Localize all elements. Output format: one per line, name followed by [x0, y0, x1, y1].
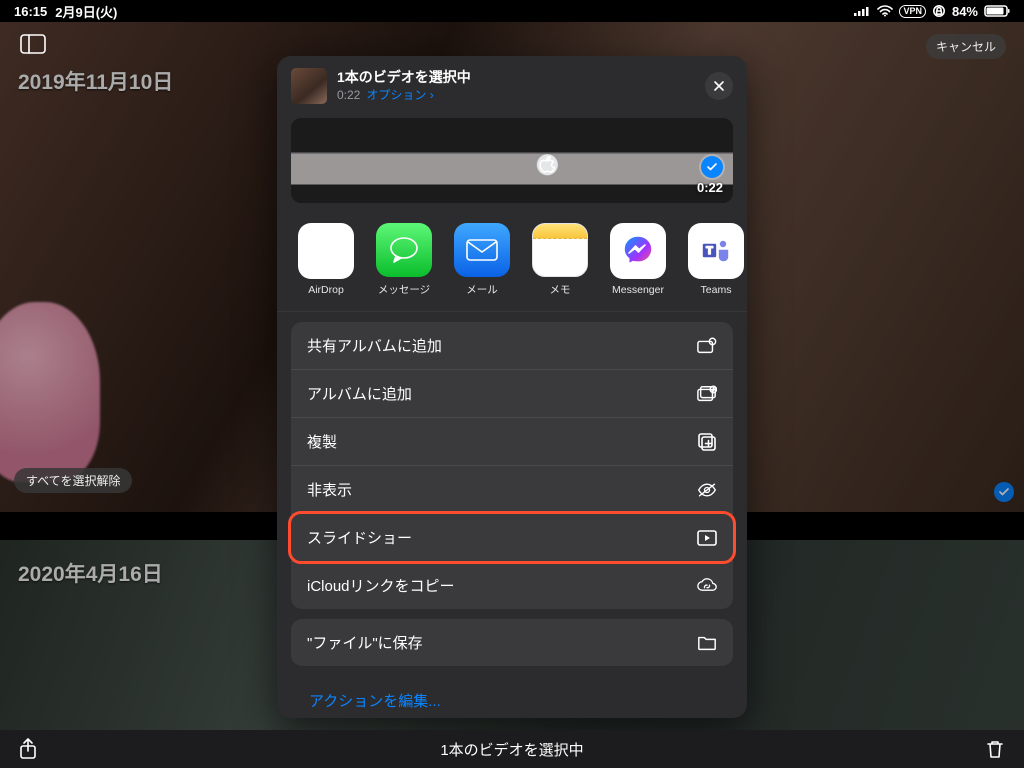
toolbar: 1本のビデオを選択中	[0, 730, 1024, 768]
share-title: 1本のビデオを選択中	[337, 69, 471, 87]
share-options-button[interactable]: オプション ›	[366, 86, 433, 103]
app-label: メモ	[550, 282, 571, 297]
share-sheet: 1本のビデオを選択中 0:22 オプション › 0:22	[277, 56, 747, 718]
app-airdrop[interactable]: AirDrop	[297, 223, 355, 297]
action-label: iCloudリンクをコピー	[307, 575, 455, 596]
app-label: メール	[466, 282, 498, 297]
preview-check-icon[interactable]	[701, 156, 723, 178]
share-apps-row[interactable]: AirDrop メッセージ メール メモ	[277, 203, 747, 312]
app-messages[interactable]: メッセージ	[375, 223, 433, 297]
share-sheet-header: 1本のビデオを選択中 0:22 オプション ›	[277, 56, 747, 114]
app-messenger[interactable]: Messenger	[609, 223, 667, 297]
battery-percent: 84%	[952, 4, 978, 19]
action-group-2: "ファイル"に保存	[291, 619, 733, 666]
preview-duration: 0:22	[697, 180, 723, 195]
battery-icon	[984, 5, 1010, 17]
app-label: Teams	[701, 284, 732, 296]
action-hide[interactable]: 非表示	[291, 465, 733, 513]
status-date: 2月9日(火)	[55, 2, 117, 21]
action-label: 非表示	[307, 479, 352, 500]
app-teams[interactable]: T Teams	[687, 223, 745, 297]
notes-icon	[532, 223, 588, 277]
action-label: 共有アルバムに追加	[307, 335, 442, 356]
app-label: メッセージ	[378, 282, 430, 297]
status-bar: 16:15 2月9日(火) VPN 84%	[0, 0, 1024, 22]
link-cloud-icon	[697, 577, 717, 595]
action-duplicate[interactable]: 複製	[291, 417, 733, 465]
cell-signal-icon	[853, 5, 871, 17]
action-group-1: 共有アルバムに追加 アルバムに追加 複製 非表示	[291, 322, 733, 609]
action-label: アルバムに追加	[307, 383, 412, 404]
apple-logo-icon	[539, 156, 555, 174]
action-add-album[interactable]: アルバムに追加	[291, 369, 733, 417]
action-icloud-link[interactable]: iCloudリンクをコピー	[291, 561, 733, 609]
share-icon[interactable]	[18, 737, 38, 761]
duplicate-icon	[697, 432, 717, 452]
app-label: Messenger	[612, 284, 664, 296]
cancel-button[interactable]: キャンセル	[926, 34, 1006, 59]
action-label: "ファイル"に保存	[307, 632, 423, 653]
share-actions: 共有アルバムに追加 アルバムに追加 複製 非表示	[277, 312, 747, 718]
trash-icon[interactable]	[984, 738, 1006, 760]
orientation-lock-icon	[932, 4, 946, 18]
teams-icon: T	[688, 223, 744, 279]
action-slideshow[interactable]: スライドショー	[291, 513, 733, 561]
messenger-icon	[610, 223, 666, 279]
app-notes[interactable]: メモ	[531, 223, 589, 297]
action-label: スライドショー	[307, 527, 412, 548]
folder-icon	[697, 634, 717, 652]
edit-actions-button[interactable]: アクションを編集...	[291, 676, 733, 718]
action-add-shared-album[interactable]: 共有アルバムに追加	[291, 322, 733, 369]
status-time: 16:15	[14, 4, 47, 19]
deselect-all-button[interactable]: すべてを選択解除	[14, 468, 132, 493]
share-thumbnail	[291, 68, 327, 104]
share-preview[interactable]: 0:22	[291, 118, 733, 203]
vpn-badge: VPN	[899, 5, 926, 18]
wifi-icon	[877, 5, 893, 17]
action-label: 複製	[307, 431, 337, 452]
close-button[interactable]	[705, 72, 733, 100]
share-duration: 0:22	[337, 88, 360, 102]
shared-album-icon	[697, 336, 717, 356]
svg-text:T: T	[706, 245, 713, 257]
mail-icon	[454, 223, 510, 277]
close-icon	[713, 80, 725, 92]
app-mail[interactable]: メール	[453, 223, 511, 297]
action-save-files[interactable]: "ファイル"に保存	[291, 619, 733, 666]
play-rect-icon	[697, 530, 717, 546]
app-label: AirDrop	[308, 284, 344, 296]
messages-icon	[376, 223, 432, 277]
airdrop-icon	[298, 223, 354, 279]
sidebar-toggle-icon[interactable]	[20, 34, 46, 59]
eye-off-icon	[697, 481, 717, 499]
toolbar-status: 1本のビデオを選択中	[440, 739, 583, 760]
album-add-icon	[697, 384, 717, 404]
